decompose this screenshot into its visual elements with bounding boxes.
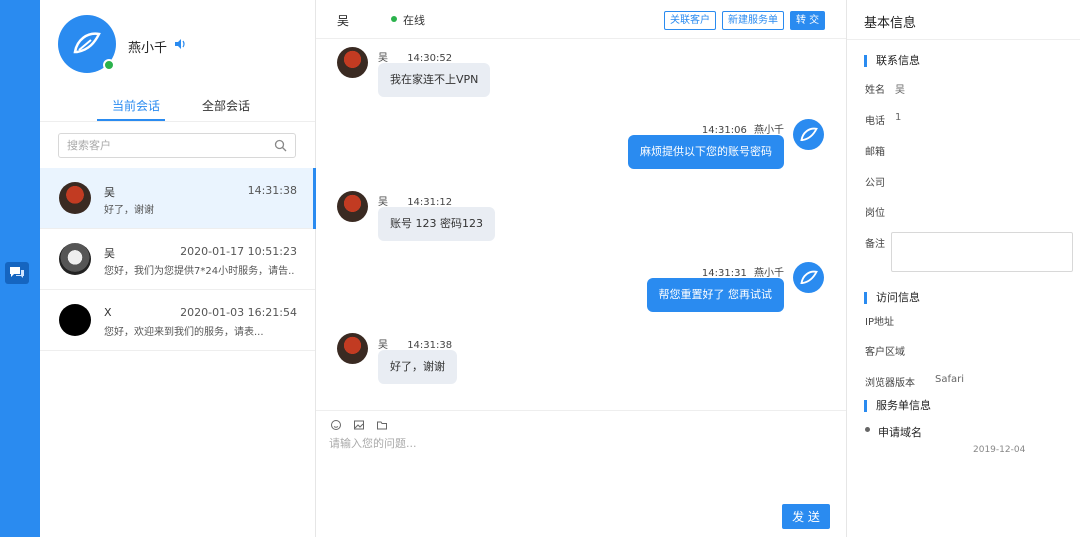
note-label: 备注	[865, 239, 885, 250]
position-label: 岗位	[865, 208, 885, 219]
conversation-time: 2020-01-03 16:21:54	[180, 306, 297, 319]
phone-value: 1	[895, 112, 902, 123]
tab-current-sessions[interactable]: 当前会话	[112, 97, 160, 114]
transfer-button[interactable]: 转 交	[790, 11, 826, 30]
message-meta: 吴 14:30:52	[378, 49, 452, 64]
image-icon[interactable]	[353, 419, 365, 431]
message-meta: 14:31:06 燕小千	[702, 121, 784, 136]
customer-avatar	[59, 304, 91, 336]
bird-logo-icon	[800, 127, 818, 141]
message-composer: 发 送	[316, 410, 846, 537]
online-status-text: 在线	[403, 14, 425, 27]
message-meta: 吴 14:31:38	[378, 336, 452, 351]
conversation-name: X	[104, 306, 112, 319]
bullet	[865, 427, 870, 432]
message-meta: 14:31:31 燕小千	[702, 264, 784, 279]
online-check-badge	[103, 59, 115, 71]
customer-avatar	[337, 191, 368, 222]
conversation-name: 吴	[104, 186, 115, 199]
link-customer-button[interactable]: 关联客户	[664, 11, 716, 30]
tab-all-sessions[interactable]: 全部会话	[202, 97, 250, 114]
agent-avatar	[793, 119, 824, 150]
region-label: 客户区域	[865, 347, 905, 358]
name-value: 吴	[895, 85, 905, 96]
visit-section-title: 访问信息	[864, 292, 920, 304]
browser-value: Safari	[935, 374, 965, 385]
speaker-icon[interactable]	[173, 37, 187, 51]
search-icon[interactable]	[274, 139, 287, 152]
customer-avatar	[59, 182, 91, 214]
left-rail	[0, 0, 40, 537]
message-bubble: 账号 123 密码123	[378, 207, 495, 241]
customer-avatar	[59, 243, 91, 275]
conversation-panel: 燕小千 当前会话 全部会话 吴 14:31:38 好了，谢谢 吴 2020-01…	[40, 0, 316, 537]
send-button[interactable]: 发 送	[782, 504, 830, 529]
search-box	[58, 133, 296, 158]
info-title: 基本信息	[864, 16, 917, 31]
conversation-preview: 您好，我们为您提供7*24小时服务，请告...	[104, 266, 294, 277]
conversation-preview: 好了，谢谢	[104, 205, 154, 216]
online-status-dot	[391, 16, 397, 22]
name-label: 姓名	[865, 85, 885, 96]
ticket-section-title: 服务单信息	[864, 400, 931, 412]
bird-logo-icon	[800, 270, 818, 284]
conversation-preview: 您好，欢迎来到我们的服务，请表...	[104, 327, 264, 338]
browser-label: 浏览器版本	[865, 378, 915, 389]
message-meta: 吴 14:31:12	[378, 193, 452, 208]
emoji-icon[interactable]	[330, 419, 342, 431]
new-ticket-button[interactable]: 新建服务单	[722, 11, 784, 30]
phone-label: 电话	[865, 116, 885, 127]
message-input[interactable]	[329, 435, 829, 495]
message-bubble: 我在家连不上VPN	[378, 63, 491, 97]
search-input[interactable]	[59, 134, 259, 156]
info-panel: 基本信息 联系信息 姓名 吴 电话 1 邮箱 公司 岗位 备注 访问信息 IP地…	[846, 0, 1080, 537]
chat-header: 吴 在线 关联客户 新建服务单 转 交	[316, 0, 846, 39]
folder-icon[interactable]	[376, 419, 388, 431]
conversation-item[interactable]: X 2020-01-03 16:21:54 您好，欢迎来到我们的服务，请表...	[40, 290, 315, 351]
divider	[847, 39, 1080, 40]
message-bubble: 麻烦提供以下您的账号密码	[628, 135, 784, 169]
email-label: 邮箱	[865, 147, 885, 158]
ip-label: IP地址	[865, 317, 894, 328]
ticket-date: 2019-12-04	[973, 445, 1026, 455]
conversation-item[interactable]: 吴 14:31:38 好了，谢谢	[40, 168, 316, 229]
chat-icon[interactable]	[5, 262, 29, 284]
agent-name: 燕小千	[128, 41, 168, 56]
contact-section-title: 联系信息	[864, 55, 920, 67]
agent-avatar	[793, 262, 824, 293]
conversation-name: 吴	[104, 247, 115, 260]
ticket-label[interactable]: 申请域名	[878, 424, 922, 440]
bird-logo-icon	[73, 32, 101, 54]
message-bubble: 帮您重置好了 您再试试	[646, 278, 784, 312]
company-label: 公司	[865, 178, 885, 189]
conversation-item[interactable]: 吴 2020-01-17 10:51:23 您好，我们为您提供7*24小时服务，…	[40, 229, 315, 290]
divider	[40, 121, 315, 122]
conversation-time: 14:31:38	[247, 184, 297, 197]
chat-customer-name: 吴	[337, 14, 350, 28]
customer-avatar	[337, 333, 368, 364]
customer-avatar	[337, 47, 368, 78]
chat-panel: 吴 在线 关联客户 新建服务单 转 交 吴 14:30:52 我在家连不上VPN…	[316, 0, 846, 537]
note-field[interactable]	[891, 232, 1073, 272]
conversation-time: 2020-01-17 10:51:23	[180, 245, 297, 258]
message-bubble: 好了，谢谢	[378, 350, 457, 384]
